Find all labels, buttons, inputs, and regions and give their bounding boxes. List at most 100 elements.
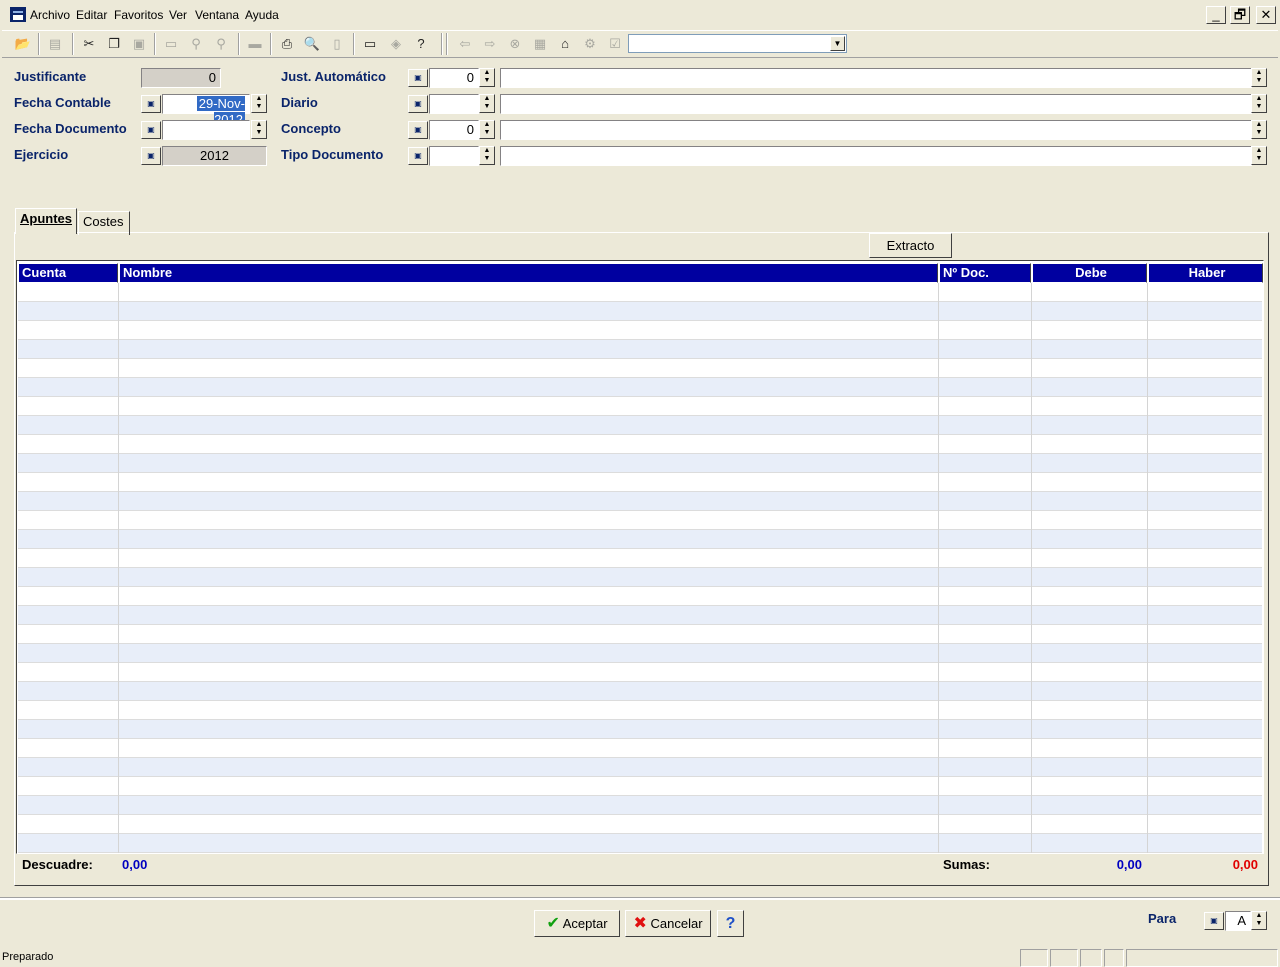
- concepto-desc-spinner[interactable]: ▲ ▼: [1251, 120, 1267, 139]
- concepto-field[interactable]: 0: [429, 120, 479, 140]
- concepto-spinner[interactable]: ▲ ▼: [479, 120, 495, 139]
- fecha-documento-picker-button[interactable]: ▣: [141, 121, 161, 139]
- table-row[interactable]: [18, 359, 1262, 378]
- table-row[interactable]: [18, 302, 1262, 321]
- binoculars-icon[interactable]: ⚲: [186, 35, 206, 53]
- table-row[interactable]: [18, 397, 1262, 416]
- app-icon[interactable]: [10, 7, 26, 22]
- diario-desc-spinner[interactable]: ▲ ▼: [1251, 94, 1267, 113]
- concepto-desc[interactable]: [500, 120, 1252, 140]
- table-row[interactable]: [18, 283, 1262, 302]
- scanner-icon[interactable]: ▬: [245, 35, 265, 53]
- tipo-documento-spinner[interactable]: ▲ ▼: [479, 146, 495, 165]
- home-icon[interactable]: ⌂: [555, 35, 575, 53]
- table-row[interactable]: [18, 834, 1262, 853]
- table-row[interactable]: [18, 435, 1262, 454]
- forward-arrow-icon[interactable]: ⇨: [480, 35, 500, 53]
- table-row[interactable]: [18, 587, 1262, 606]
- diario-desc[interactable]: [500, 94, 1252, 114]
- diario-spinner[interactable]: ▲ ▼: [479, 94, 495, 113]
- stop-icon[interactable]: ⊗: [505, 35, 525, 53]
- tab-apuntes[interactable]: Apuntes: [15, 208, 77, 234]
- print-icon[interactable]: ⎙: [277, 35, 297, 53]
- chevron-down-icon[interactable]: ▼: [830, 36, 845, 51]
- find-icon[interactable]: ⚲: [211, 35, 231, 53]
- table-row[interactable]: [18, 454, 1262, 473]
- table-row[interactable]: [18, 682, 1262, 701]
- just-automatico-desc-spinner[interactable]: ▲ ▼: [1251, 68, 1267, 87]
- table-row[interactable]: [18, 340, 1262, 359]
- para-field[interactable]: A: [1225, 911, 1251, 931]
- close-button[interactable]: ✕: [1256, 6, 1276, 24]
- table-row[interactable]: [18, 625, 1262, 644]
- minimize-button[interactable]: _: [1206, 6, 1226, 24]
- table-row[interactable]: [18, 321, 1262, 340]
- tag-icon[interactable]: ◈: [386, 35, 406, 53]
- just-automatico-field[interactable]: 0: [429, 68, 479, 88]
- table-row[interactable]: [18, 644, 1262, 663]
- column-header-haber[interactable]: Haber: [1148, 263, 1263, 283]
- cancelar-button[interactable]: ✖ Cancelar: [625, 910, 711, 937]
- monitor-icon[interactable]: ▭: [360, 35, 380, 53]
- refresh-icon[interactable]: ▦: [530, 35, 550, 53]
- table-row[interactable]: [18, 492, 1262, 511]
- menu-ver[interactable]: Ver: [169, 8, 187, 22]
- table-row[interactable]: [18, 416, 1262, 435]
- tipo-documento-desc[interactable]: [500, 146, 1252, 166]
- menu-archivo[interactable]: Archivo: [30, 8, 70, 22]
- fecha-contable-field[interactable]: 29-Nov-2012: [162, 94, 250, 127]
- just-automatico-desc[interactable]: [500, 68, 1252, 88]
- column-header-cuenta[interactable]: Cuenta: [18, 263, 118, 283]
- diario-picker-button[interactable]: ▣: [408, 95, 428, 113]
- concepto-picker-button[interactable]: ▣: [408, 121, 428, 139]
- help-pointer-icon[interactable]: ?: [411, 35, 431, 53]
- table-row[interactable]: [18, 663, 1262, 682]
- table-row[interactable]: [18, 758, 1262, 777]
- print-preview-icon[interactable]: 🔍: [302, 35, 322, 53]
- tipo-documento-field[interactable]: [429, 146, 479, 166]
- column-header-ndoc[interactable]: Nº Doc.: [939, 263, 1031, 283]
- table-row[interactable]: [18, 530, 1262, 549]
- ejercicio-picker-button[interactable]: ▣: [141, 147, 161, 165]
- back-arrow-icon[interactable]: ⇦: [455, 35, 475, 53]
- column-header-nombre[interactable]: Nombre: [119, 263, 938, 283]
- aceptar-button[interactable]: ✔ Aceptar: [534, 910, 620, 937]
- restore-button[interactable]: 🗗: [1230, 6, 1250, 24]
- column-header-debe[interactable]: Debe: [1032, 263, 1147, 283]
- just-automatico-picker-button[interactable]: ▣: [408, 69, 428, 87]
- table-row[interactable]: [18, 568, 1262, 587]
- fecha-contable-spinner[interactable]: ▲ ▼: [251, 94, 267, 113]
- cut-icon[interactable]: ✂: [79, 35, 99, 53]
- paste-icon[interactable]: ▣: [129, 35, 149, 53]
- tab-costes[interactable]: Costes: [78, 211, 130, 235]
- table-row[interactable]: [18, 473, 1262, 492]
- tipo-documento-picker-button[interactable]: ▣: [408, 147, 428, 165]
- table-row[interactable]: [18, 720, 1262, 739]
- table-row[interactable]: [18, 549, 1262, 568]
- help-button[interactable]: ?: [717, 910, 744, 937]
- menu-favoritos[interactable]: Favoritos: [114, 8, 163, 22]
- table-row[interactable]: [18, 815, 1262, 834]
- table-row[interactable]: [18, 777, 1262, 796]
- table-row[interactable]: [18, 606, 1262, 625]
- table-row[interactable]: [18, 739, 1262, 758]
- table-row[interactable]: [18, 378, 1262, 397]
- toolbar-combo[interactable]: ▼: [628, 34, 847, 53]
- page-icon[interactable]: ▯: [327, 35, 347, 53]
- window-icon[interactable]: ▭: [161, 35, 181, 53]
- extracto-button[interactable]: Extracto: [869, 233, 952, 258]
- tipo-documento-desc-spinner[interactable]: ▲ ▼: [1251, 146, 1267, 165]
- menu-ventana[interactable]: Ventana: [195, 8, 239, 22]
- fecha-contable-picker-button[interactable]: ▣: [141, 95, 161, 113]
- just-automatico-spinner[interactable]: ▲ ▼: [479, 68, 495, 87]
- fecha-documento-spinner[interactable]: ▲ ▼: [251, 120, 267, 139]
- check-icon[interactable]: ☑: [605, 35, 625, 53]
- copy-icon[interactable]: ❐: [104, 35, 124, 53]
- para-picker-button[interactable]: ▣: [1204, 912, 1224, 930]
- menu-editar[interactable]: Editar: [76, 8, 107, 22]
- table-row[interactable]: [18, 701, 1262, 720]
- open-folder-icon[interactable]: 📂: [13, 35, 33, 53]
- table-row[interactable]: [18, 511, 1262, 530]
- menu-ayuda[interactable]: Ayuda: [245, 8, 279, 22]
- para-spinner[interactable]: ▲ ▼: [1251, 911, 1267, 930]
